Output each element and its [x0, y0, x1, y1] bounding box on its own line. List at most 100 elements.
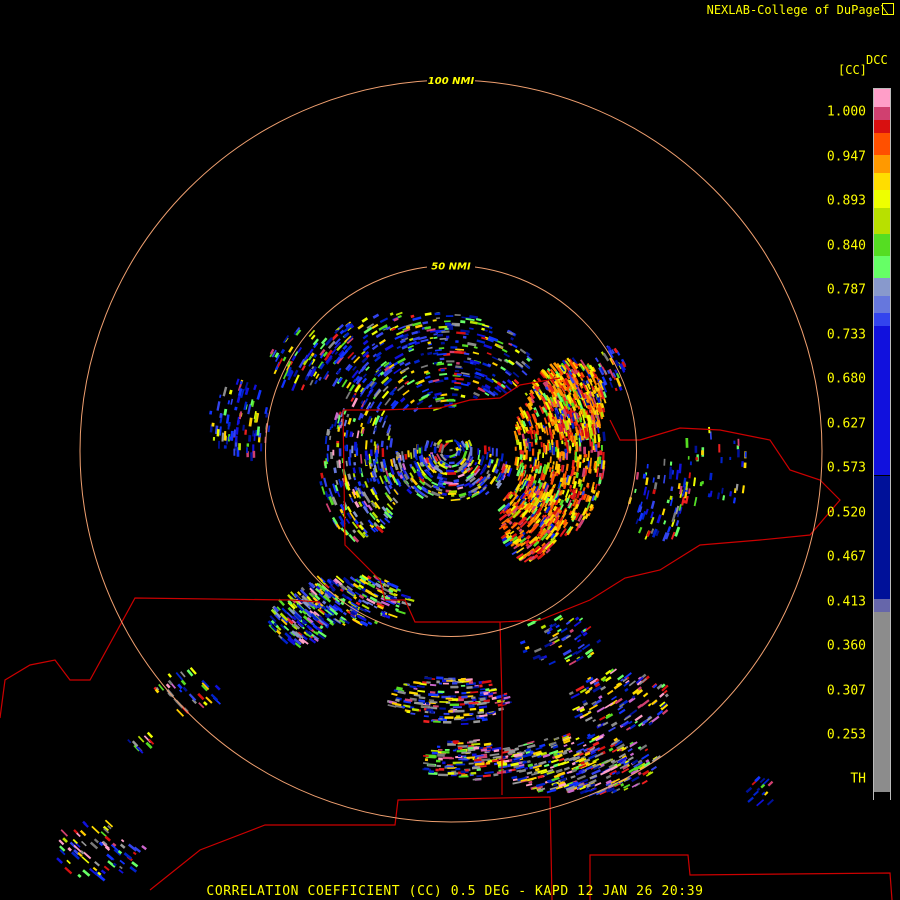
echo-gate: [447, 740, 452, 744]
echo-gate: [462, 335, 467, 339]
echo-gate: [733, 440, 736, 445]
echo-gate: [425, 702, 430, 705]
echo-gate: [455, 767, 461, 771]
color-scale-band: [874, 173, 890, 191]
echo-gate: [224, 435, 227, 441]
echo-gate: [250, 452, 253, 462]
echo-gate: [436, 333, 444, 337]
echo-gate: [234, 435, 238, 443]
echo-gate: [448, 490, 458, 494]
echo-gate: [428, 770, 435, 774]
color-scale-tick-label: 0.893: [826, 193, 866, 209]
echo-gate: [438, 773, 449, 777]
echo-gate: [246, 447, 248, 454]
echo-gate: [468, 762, 474, 765]
echo-gate: [260, 443, 263, 452]
color-scale-tick-label: 0.413: [826, 594, 866, 609]
echo-gate: [355, 443, 358, 450]
echo-gate: [375, 449, 379, 458]
echo-gate: [444, 716, 454, 719]
echo-gate: [449, 703, 460, 707]
echo-gate: [597, 451, 600, 458]
echo-gate: [252, 450, 256, 458]
echo-gate: [453, 772, 459, 775]
echo-gate: [737, 438, 740, 447]
echo-gate: [448, 461, 455, 465]
legend-product-label: DCC: [866, 53, 888, 67]
echo-gate: [584, 454, 588, 458]
color-scale-tick-label: 0.360: [826, 638, 866, 654]
echo-gate: [442, 761, 446, 765]
echo-gate: [454, 691, 459, 694]
echo-gate: [491, 447, 494, 456]
echo-gate: [227, 421, 231, 427]
echo-gate: [469, 447, 473, 456]
echo-gate: [525, 450, 528, 460]
color-scale-tick-label: 0.680: [826, 371, 866, 387]
echo-gate: [477, 448, 480, 455]
echo-gate: [443, 320, 451, 323]
echo-gate: [435, 759, 441, 763]
color-scale-band: [874, 190, 890, 208]
echo-gate: [458, 775, 469, 778]
color-scale-tick-label: TH: [850, 771, 866, 787]
echo-gate: [338, 448, 342, 457]
echo-gate: [445, 315, 454, 318]
color-scale-tick-label: 0.307: [826, 683, 866, 698]
echo-gate: [344, 445, 347, 451]
echo-gate: [460, 684, 466, 687]
echo-gate: [578, 446, 582, 452]
echo-gate: [459, 703, 465, 706]
echo-gate: [454, 716, 465, 719]
echo-gate: [448, 710, 453, 713]
echo-gate: [451, 682, 458, 685]
echo-gate: [440, 341, 445, 345]
echo-gate: [447, 363, 453, 366]
echo-gate: [223, 445, 227, 449]
echo-gate: [424, 767, 430, 770]
echo-gate: [599, 450, 603, 456]
echo-gate: [546, 442, 550, 451]
echo-gate: [452, 740, 459, 744]
echo-gate: [518, 441, 522, 450]
echo-gate: [460, 677, 466, 681]
echo-gate: [602, 451, 605, 461]
color-scale-tick-label: 0.787: [826, 282, 866, 298]
color-scale-band: [874, 256, 890, 278]
echo-gate: [336, 443, 340, 448]
echo-gate: [441, 330, 450, 333]
color-scale-band: [874, 208, 890, 234]
echo-gate: [446, 325, 454, 329]
echo-gate: [426, 681, 431, 684]
echo-gate: [461, 691, 467, 695]
echo-gate: [437, 690, 445, 694]
echo-gate: [694, 445, 698, 453]
echo-gate: [454, 323, 460, 327]
echo-gate: [485, 761, 491, 765]
echo-gate: [449, 448, 453, 452]
echo-gate: [327, 444, 330, 451]
echo-gate: [454, 314, 461, 317]
echo-gate: [437, 749, 443, 751]
echo-gate: [424, 710, 429, 714]
echo-gate: [244, 429, 248, 435]
echo-gate: [450, 685, 459, 689]
echo-gate: [528, 456, 532, 462]
echo-gate: [442, 682, 449, 685]
echo-gate: [495, 448, 498, 457]
echo-gate: [471, 753, 477, 757]
echo-gate: [538, 449, 541, 454]
echo-gate: [455, 763, 466, 766]
echo-gate: [514, 446, 517, 451]
echo-gate: [429, 691, 436, 694]
echo-gate: [487, 446, 491, 451]
echo-gate: [439, 707, 446, 710]
echo-gate: [238, 443, 241, 451]
echo-gate: [456, 361, 460, 365]
echo-gate: [381, 448, 385, 458]
echo-gate: [552, 447, 556, 455]
color-scale-tick-label: 0.467: [826, 549, 866, 565]
echo-gate: [576, 444, 579, 452]
echo-gate: [483, 445, 487, 455]
echo-gate: [558, 458, 562, 462]
